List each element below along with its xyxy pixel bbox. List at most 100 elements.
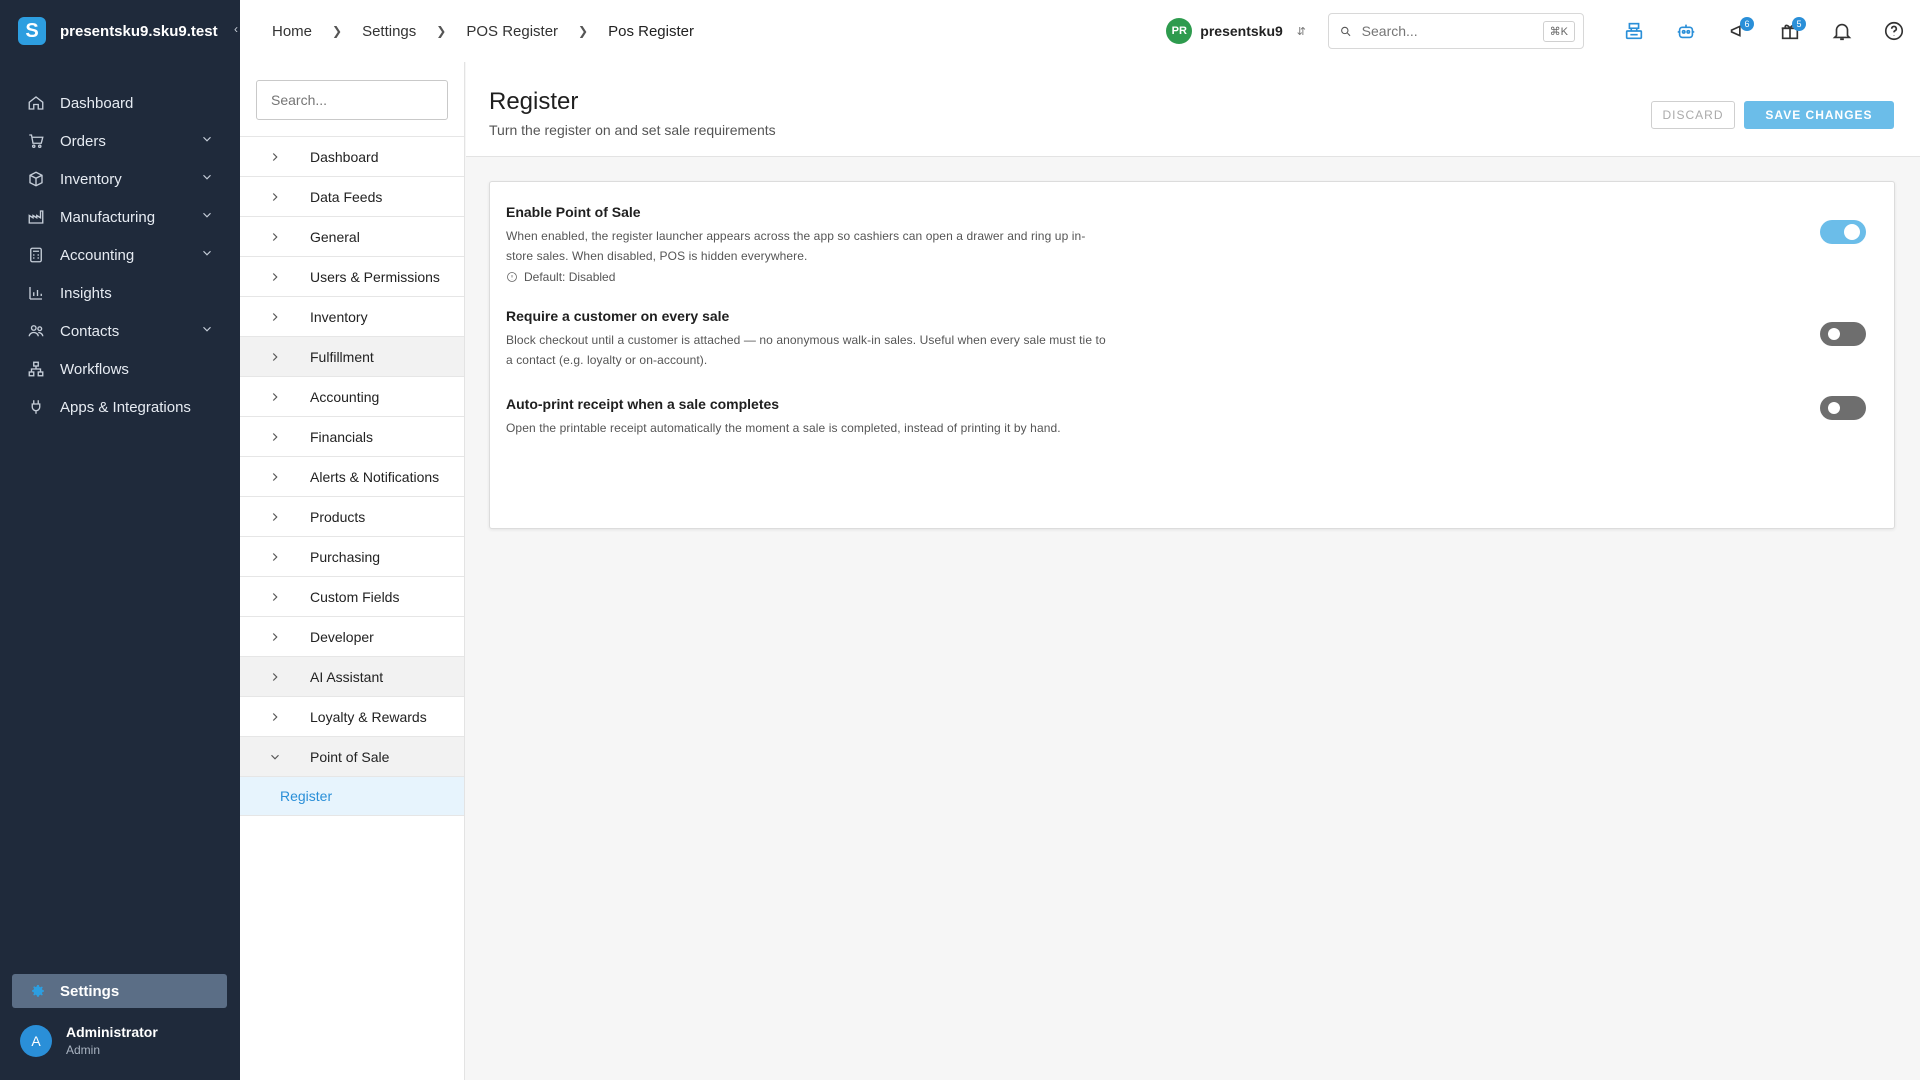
- chevron-right-icon[interactable]: [240, 430, 310, 444]
- brand[interactable]: S presentsku9.sku9.test: [0, 0, 240, 62]
- chevron-down-icon[interactable]: [200, 322, 214, 340]
- chevron-right-icon[interactable]: [240, 630, 310, 644]
- sidebar-item-contacts[interactable]: Contacts: [0, 312, 240, 350]
- chevron-right-icon[interactable]: [240, 550, 310, 564]
- setting-default: Default: Disabled: [506, 270, 1866, 284]
- tenant-name: presentsku9: [1200, 23, 1283, 39]
- sidebar-item-inventory[interactable]: Inventory: [0, 160, 240, 198]
- subnav-item-label: Fulfillment: [310, 348, 374, 365]
- subnav-item-users-permissions[interactable]: Users & Permissions: [240, 256, 464, 296]
- tenant-switcher[interactable]: PR presentsku9 ⇵: [1166, 18, 1306, 44]
- bell-icon: [1832, 23, 1852, 41]
- setting-title: Auto-print receipt when a sale completes: [506, 396, 780, 412]
- global-search[interactable]: ⌘K: [1328, 13, 1584, 49]
- sidebar-item-accounting[interactable]: Accounting: [0, 236, 240, 274]
- subnav-item-custom-fields[interactable]: Custom Fields: [240, 576, 464, 616]
- chevron-down-icon[interactable]: [200, 170, 214, 188]
- subnav-item-data-feeds[interactable]: Data Feeds: [240, 176, 464, 216]
- user-menu[interactable]: A Administrator Admin: [20, 1024, 158, 1057]
- subnav-item-label: Dashboard: [310, 148, 379, 165]
- enable-pos-toggle[interactable]: [1820, 220, 1866, 244]
- ai-assistant-button[interactable]: [1660, 0, 1712, 62]
- discard-button[interactable]: DISCARD: [1651, 101, 1735, 129]
- chevron-right-icon[interactable]: [240, 470, 310, 484]
- settings-search-input[interactable]: [256, 80, 448, 120]
- subnav-item-point-of-sale[interactable]: Point of Sale: [240, 736, 464, 776]
- sidebar-item-label: Orders: [60, 132, 106, 150]
- breadcrumb-pos-register[interactable]: POS Register: [466, 23, 558, 40]
- chevron-right-icon[interactable]: [240, 150, 310, 164]
- sidebar-settings-button[interactable]: Settings: [12, 974, 227, 1008]
- subnav-item-label: Accounting: [310, 388, 380, 405]
- chevron-down-icon[interactable]: [200, 208, 214, 226]
- subnav-item-ai-assistant[interactable]: AI Assistant: [240, 656, 464, 696]
- rewards-button[interactable]: 5: [1764, 0, 1816, 62]
- sidebar-item-apps-integrations[interactable]: Apps & Integrations: [0, 388, 240, 426]
- chevron-right-icon[interactable]: [240, 670, 310, 684]
- subnav-item-accounting[interactable]: Accounting: [240, 376, 464, 416]
- chevron-down-icon[interactable]: [200, 246, 214, 264]
- chevron-down-icon[interactable]: [200, 132, 214, 150]
- collapse-sidebar-icon[interactable]: ‹: [234, 22, 238, 36]
- setting-default-text: Default: Disabled: [524, 270, 616, 284]
- box-icon: [26, 169, 46, 189]
- subnav-item-loyalty-rewards[interactable]: Loyalty & Rewards: [240, 696, 464, 736]
- rewards-badge: 5: [1792, 17, 1806, 31]
- subnav-item-financials[interactable]: Financials: [240, 416, 464, 456]
- chevron-right-icon[interactable]: [240, 510, 310, 524]
- chevron-right-icon[interactable]: [240, 390, 310, 404]
- subnav-item-inventory[interactable]: Inventory: [240, 296, 464, 336]
- global-search-input[interactable]: [1361, 23, 1543, 39]
- subnav-item-dashboard[interactable]: Dashboard: [240, 136, 464, 176]
- help-button[interactable]: [1868, 0, 1920, 62]
- chevron-right-icon[interactable]: [240, 710, 310, 724]
- subnav-item-label: Loyalty & Rewards: [310, 708, 427, 725]
- sidebar-item-insights[interactable]: Insights: [0, 274, 240, 312]
- subnav-item-general[interactable]: General: [240, 216, 464, 256]
- sidebar-item-orders[interactable]: Orders: [0, 122, 240, 160]
- subnav-child-register[interactable]: Register: [240, 776, 464, 816]
- brand-logo-icon: S: [18, 17, 46, 45]
- subnav-item-label: General: [310, 228, 360, 245]
- setting-auto-print-receipt: Auto-print receipt when a sale completes…: [506, 396, 1866, 438]
- subnav-item-label: Point of Sale: [310, 748, 390, 765]
- cart-icon: [26, 131, 46, 151]
- chevron-right-icon[interactable]: [240, 230, 310, 244]
- toggle-knob: [1828, 402, 1840, 414]
- subnav-item-purchasing[interactable]: Purchasing: [240, 536, 464, 576]
- register-launcher-button[interactable]: [1608, 0, 1660, 62]
- auto-print-toggle[interactable]: [1820, 396, 1866, 420]
- save-changes-button[interactable]: SAVE CHANGES: [1744, 101, 1894, 129]
- chevron-down-icon[interactable]: [240, 750, 310, 764]
- chevron-right-icon[interactable]: [240, 590, 310, 604]
- setting-require-customer: Require a customer on every sale Block c…: [506, 308, 1866, 370]
- plug-icon: [26, 397, 46, 417]
- breadcrumb: Home ❯ Settings ❯ POS Register ❯ Pos Reg…: [240, 23, 694, 40]
- chevron-right-icon[interactable]: [240, 190, 310, 204]
- subnav-item-label: Inventory: [310, 308, 368, 325]
- chevron-right-icon[interactable]: [240, 350, 310, 364]
- require-customer-toggle[interactable]: [1820, 322, 1866, 346]
- subnav-item-alerts-notifications[interactable]: Alerts & Notifications: [240, 456, 464, 496]
- sidebar-item-label: Contacts: [60, 322, 120, 340]
- breadcrumb-home[interactable]: Home: [272, 23, 312, 40]
- sidebar-item-dashboard[interactable]: Dashboard: [0, 84, 240, 122]
- subnav-item-label: Custom Fields: [310, 588, 400, 605]
- setting-title: Require a customer on every sale: [506, 308, 730, 324]
- subnav-item-fulfillment[interactable]: Fulfillment: [240, 336, 464, 376]
- register-settings-card: Enable Point of Sale When enabled, the r…: [489, 181, 1895, 529]
- help-icon: [1884, 21, 1904, 41]
- subnav-item-products[interactable]: Products: [240, 496, 464, 536]
- chevron-right-icon[interactable]: [240, 310, 310, 324]
- gear-icon: [32, 985, 44, 997]
- breadcrumb-settings[interactable]: Settings: [362, 23, 416, 40]
- announcements-button[interactable]: 6: [1712, 0, 1764, 62]
- sidebar-item-workflows[interactable]: Workflows: [0, 350, 240, 388]
- subnav-item-label: Products: [310, 508, 366, 525]
- sidebar-item-manufacturing[interactable]: Manufacturing: [0, 198, 240, 236]
- announcements-badge: 6: [1740, 17, 1754, 31]
- subnav-item-developer[interactable]: Developer: [240, 616, 464, 656]
- notifications-button[interactable]: [1816, 0, 1868, 62]
- sidebar-item-label: Inventory: [60, 170, 122, 188]
- chevron-right-icon[interactable]: [240, 270, 310, 284]
